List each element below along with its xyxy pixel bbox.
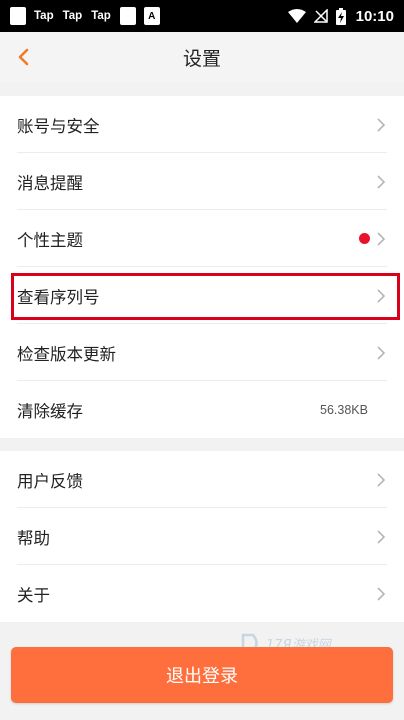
chevron-right-icon bbox=[377, 118, 386, 132]
settings-item-view-serial-number[interactable]: 查看序列号 bbox=[0, 267, 404, 324]
notification-tap-label: Tap bbox=[62, 10, 83, 22]
notification-square-icon bbox=[119, 7, 136, 25]
logout-button[interactable]: 退出登录 bbox=[11, 647, 393, 703]
logout-button-label: 退出登录 bbox=[166, 666, 238, 687]
settings-item-label: 检查版本更新 bbox=[17, 344, 116, 364]
settings-item-feedback[interactable]: 用户反馈 bbox=[0, 451, 404, 508]
settings-item-check-update[interactable]: 检查版本更新 bbox=[0, 324, 404, 381]
settings-group-account: 账号与安全 消息提醒 个性主题 查看序列号 检查版本更新 清除缓存 56.38K… bbox=[0, 96, 404, 438]
settings-item-label: 消息提醒 bbox=[17, 173, 83, 193]
notification-tap-label: Tap bbox=[91, 10, 111, 22]
settings-item-label: 帮助 bbox=[17, 528, 50, 548]
notification-square-icon bbox=[10, 7, 26, 25]
chevron-right-icon bbox=[377, 587, 386, 601]
chevron-right-icon bbox=[377, 289, 386, 303]
wifi-icon bbox=[287, 9, 306, 23]
settings-item-clear-cache[interactable]: 清除缓存 56.38KB bbox=[0, 381, 404, 438]
chevron-right-icon bbox=[377, 530, 386, 544]
settings-group-support: 用户反馈 帮助 关于 bbox=[0, 451, 404, 622]
app-header: 设置 bbox=[0, 32, 404, 82]
notification-tap-label: Tap bbox=[34, 10, 54, 22]
chevron-right-icon bbox=[377, 473, 386, 487]
settings-item-message-reminder[interactable]: 消息提醒 bbox=[0, 153, 404, 210]
notification-a-icon: A bbox=[143, 7, 160, 25]
chevron-right-icon bbox=[377, 232, 386, 246]
no-signal-icon bbox=[313, 9, 328, 23]
settings-item-label: 查看序列号 bbox=[17, 287, 100, 307]
settings-item-theme[interactable]: 个性主题 bbox=[0, 210, 404, 267]
chevron-right-icon bbox=[377, 346, 386, 360]
settings-item-label: 个性主题 bbox=[17, 230, 83, 250]
back-arrow-icon[interactable] bbox=[14, 46, 34, 68]
settings-item-account-security[interactable]: 账号与安全 bbox=[0, 96, 404, 153]
cache-size-value: 56.38KB bbox=[320, 402, 368, 417]
settings-item-help[interactable]: 帮助 bbox=[0, 508, 404, 565]
battery-charging-icon bbox=[335, 7, 346, 25]
settings-item-label: 账号与安全 bbox=[17, 116, 100, 136]
status-bar: Tap Tap Tap A 10:10 bbox=[0, 0, 404, 32]
settings-item-label: 清除缓存 bbox=[17, 401, 83, 421]
new-badge-dot bbox=[359, 233, 370, 244]
settings-item-label: 用户反馈 bbox=[17, 471, 83, 491]
settings-item-label: 关于 bbox=[17, 585, 50, 605]
page-title: 设置 bbox=[182, 47, 221, 70]
settings-item-about[interactable]: 关于 bbox=[0, 565, 404, 622]
status-time: 10:10 bbox=[355, 7, 394, 25]
chevron-right-icon bbox=[377, 175, 386, 189]
